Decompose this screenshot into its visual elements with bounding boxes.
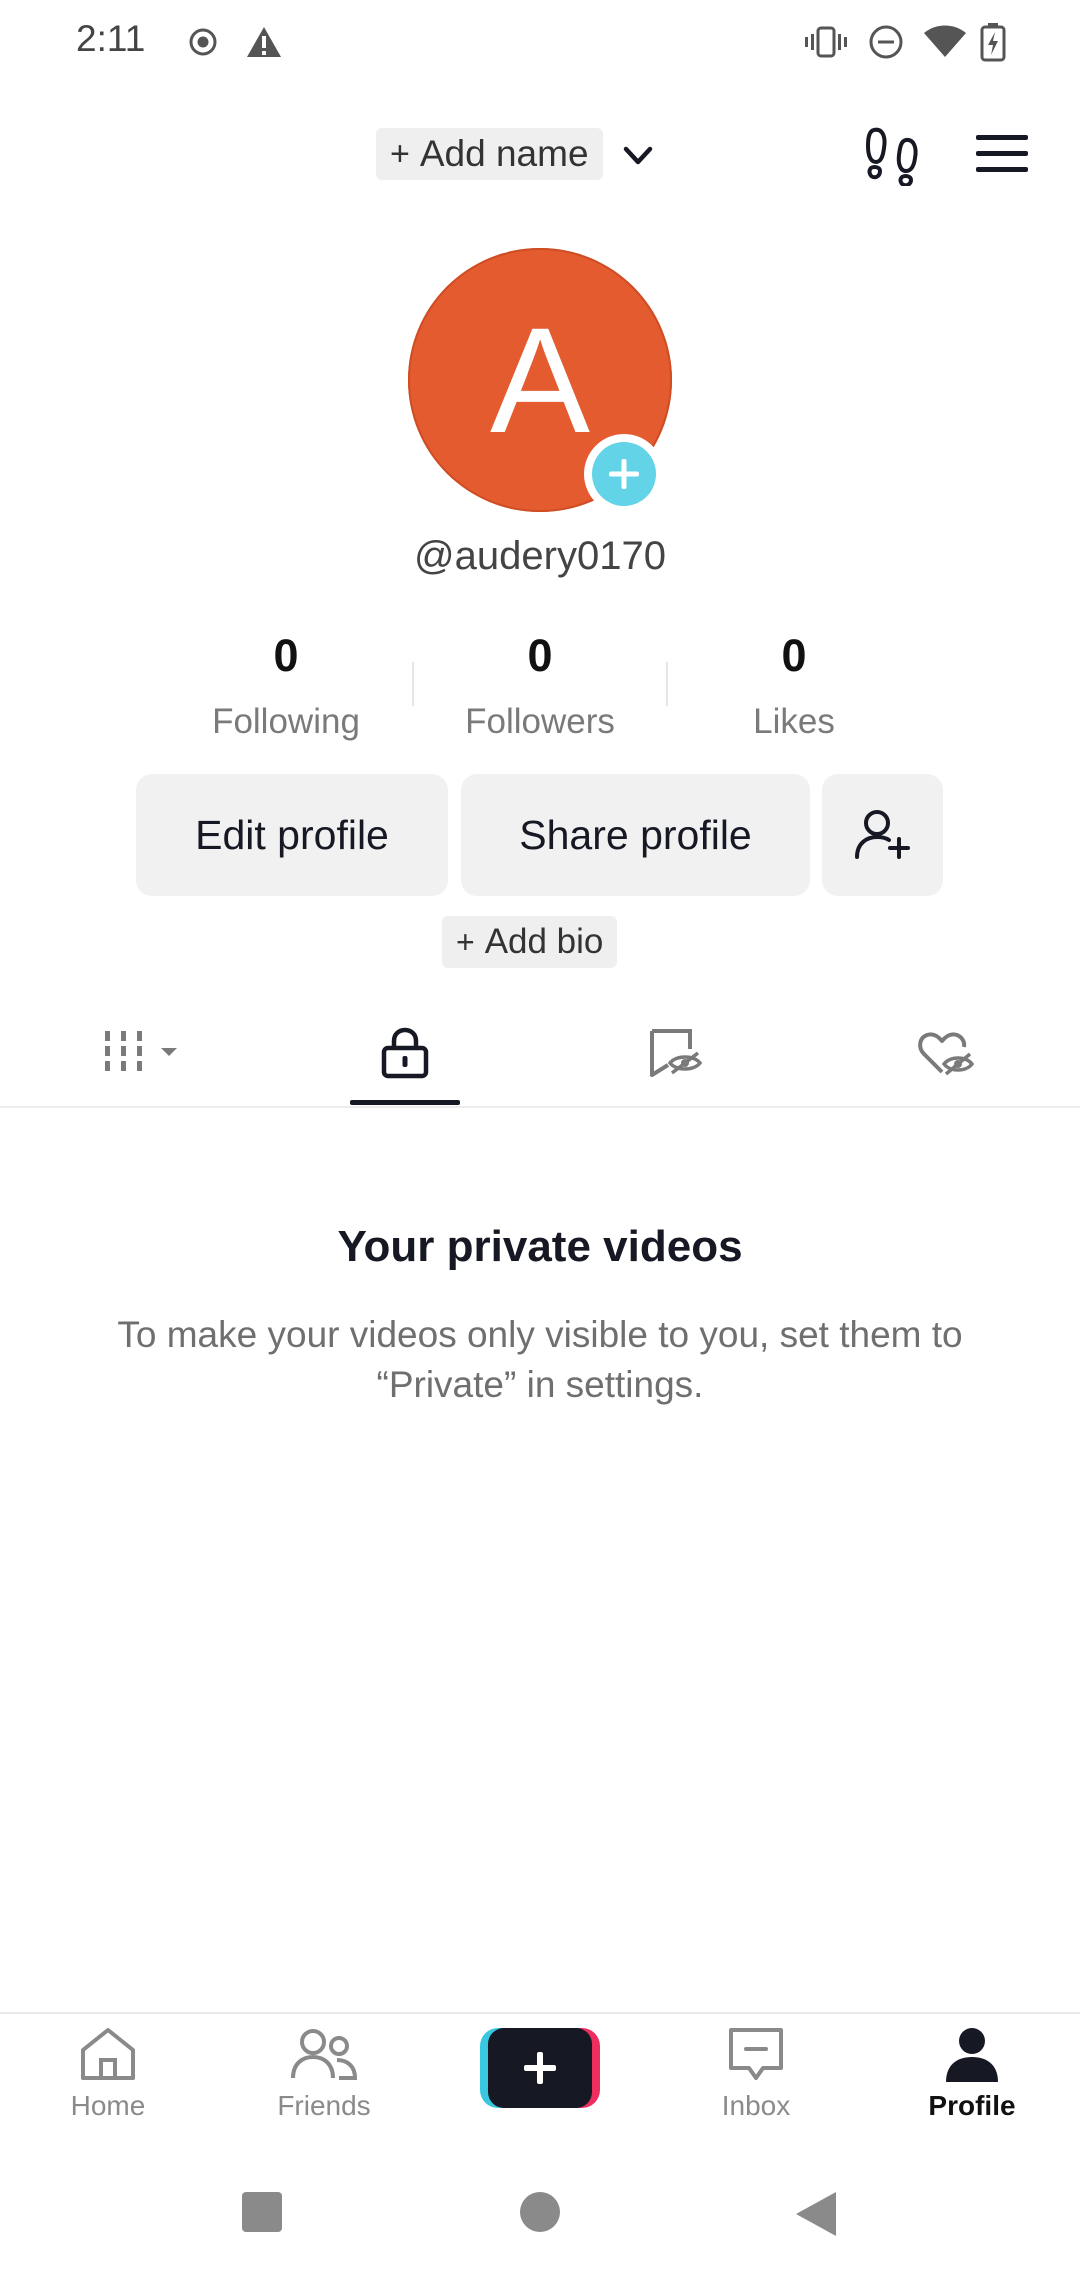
active-tab-indicator <box>350 1100 460 1105</box>
nav-inbox[interactable]: Inbox <box>648 2024 864 2144</box>
nav-home-label: Home <box>70 2090 146 2121</box>
friends-icon <box>291 2029 358 2080</box>
liked-hidden-icon <box>918 1032 974 1076</box>
vibrate-icon <box>804 22 848 62</box>
nav-profile-label: Profile <box>928 2090 1016 2121</box>
add-bio-button[interactable]: + Add bio <box>442 916 618 968</box>
tab-videos[interactable] <box>8 1010 278 1096</box>
nav-profile[interactable]: Profile <box>864 2024 1080 2144</box>
profile-icon <box>946 2028 998 2082</box>
plus-icon <box>592 442 656 506</box>
followers-count: 0 <box>527 630 553 681</box>
add-name-label: Add name <box>419 133 589 174</box>
videos-grid-icon <box>105 1031 177 1071</box>
add-friends-button[interactable] <box>822 774 943 896</box>
wifi-icon <box>922 22 968 62</box>
following-count: 0 <box>273 630 299 681</box>
nav-friends-label: Friends <box>277 2090 371 2121</box>
stat-followers[interactable]: 0 Followers <box>413 630 667 742</box>
empty-state-title: Your private videos <box>337 1222 743 1271</box>
chevron-down-icon[interactable] <box>618 136 658 176</box>
tab-private[interactable] <box>270 1010 540 1096</box>
nav-inbox-label: Inbox <box>721 2090 791 2121</box>
stat-following[interactable]: 0 Following <box>159 630 413 742</box>
stat-likes[interactable]: 0 Likes <box>667 630 921 742</box>
battery-charging-icon <box>976 22 1010 62</box>
record-icon <box>186 22 220 62</box>
share-profile-button[interactable]: Share profile <box>461 774 810 896</box>
likes-count: 0 <box>781 630 807 681</box>
tab-reposts[interactable] <box>540 1010 810 1096</box>
add-name-button[interactable]: + Add name <box>376 128 603 180</box>
home-icon <box>81 2028 135 2080</box>
username: @audery0170 <box>414 534 666 578</box>
lock-icon <box>381 1027 429 1079</box>
reposts-hidden-icon <box>650 1029 703 1077</box>
avatar-letter: A <box>489 295 591 464</box>
back-icon[interactable] <box>794 2190 838 2243</box>
empty-state-text: To make your videos only visible to you,… <box>117 1314 963 1405</box>
footprints-icon[interactable] <box>862 124 924 188</box>
tab-liked[interactable] <box>810 1010 1080 1096</box>
nav-friends[interactable]: Friends <box>216 2024 432 2144</box>
add-user-icon <box>854 810 910 859</box>
inbox-icon <box>729 2028 783 2080</box>
edit-profile-button[interactable]: Edit profile <box>136 774 448 896</box>
menu-icon[interactable] <box>974 132 1030 176</box>
followers-label: Followers <box>465 702 615 741</box>
add-bio-plus: + <box>456 923 475 960</box>
status-time: 2:11 <box>76 18 146 59</box>
recents-icon[interactable] <box>240 2190 284 2239</box>
following-label: Following <box>212 702 360 741</box>
plus-icon <box>488 2028 592 2108</box>
home-circle-icon[interactable] <box>518 2190 562 2239</box>
dnd-icon <box>866 22 906 62</box>
likes-label: Likes <box>753 702 835 741</box>
add-bio-label: Add bio <box>484 922 604 961</box>
add-name-plus: + <box>390 134 410 173</box>
nav-home[interactable]: Home <box>0 2024 216 2144</box>
create-button[interactable] <box>480 2028 600 2108</box>
bottom-nav-divider <box>0 2012 1080 2014</box>
tabs-divider <box>0 1106 1080 1108</box>
add-avatar-button[interactable] <box>584 434 664 514</box>
warning-icon <box>244 22 284 62</box>
